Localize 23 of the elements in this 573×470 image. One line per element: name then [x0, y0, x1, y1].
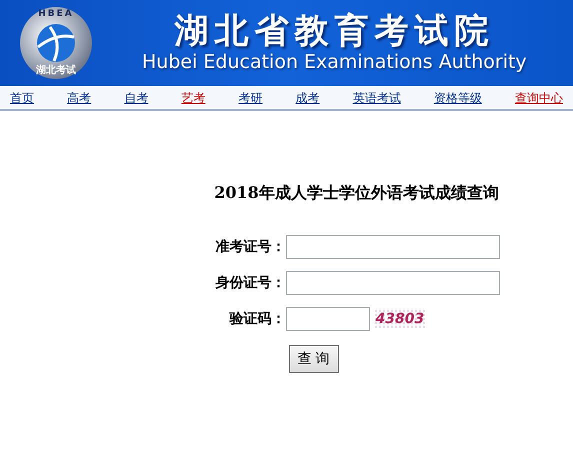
input-field[interactable] — [286, 271, 500, 295]
captcha-code: 43803 — [374, 308, 426, 330]
nav-link[interactable]: 考研 — [238, 88, 262, 106]
field-label: 准考证号： — [214, 238, 286, 256]
input-field[interactable] — [286, 235, 500, 259]
logo-text: 湖北考试 — [36, 66, 76, 76]
form-title: 2018年成人学士学位外语考试成绩查询 — [214, 182, 499, 204]
site-title: 湖北省教育考试院 — [174, 14, 494, 48]
nav-link[interactable]: 高考 — [67, 88, 92, 106]
logo-text: HBEA — [38, 10, 74, 19]
captcha-field[interactable] — [286, 307, 370, 331]
nav-link[interactable]: 成考 — [296, 88, 320, 106]
field-label: 验证码： — [228, 310, 286, 328]
field-label: 身份证号： — [214, 274, 286, 292]
nav-link[interactable]: 资格等级 — [434, 88, 482, 106]
nav-link[interactable]: 艺考 — [181, 88, 206, 106]
query-button[interactable]: 查 询 — [288, 345, 338, 373]
nav-link[interactable]: 英语考试 — [352, 88, 401, 106]
globe-icon — [36, 22, 76, 62]
nav-link[interactable]: 自考 — [124, 88, 148, 106]
site-subtitle: Hubei Education Examinations Authority — [142, 53, 527, 72]
nav-link[interactable]: 查询中心 — [515, 88, 563, 106]
nav-link[interactable]: 首页 — [10, 88, 34, 106]
